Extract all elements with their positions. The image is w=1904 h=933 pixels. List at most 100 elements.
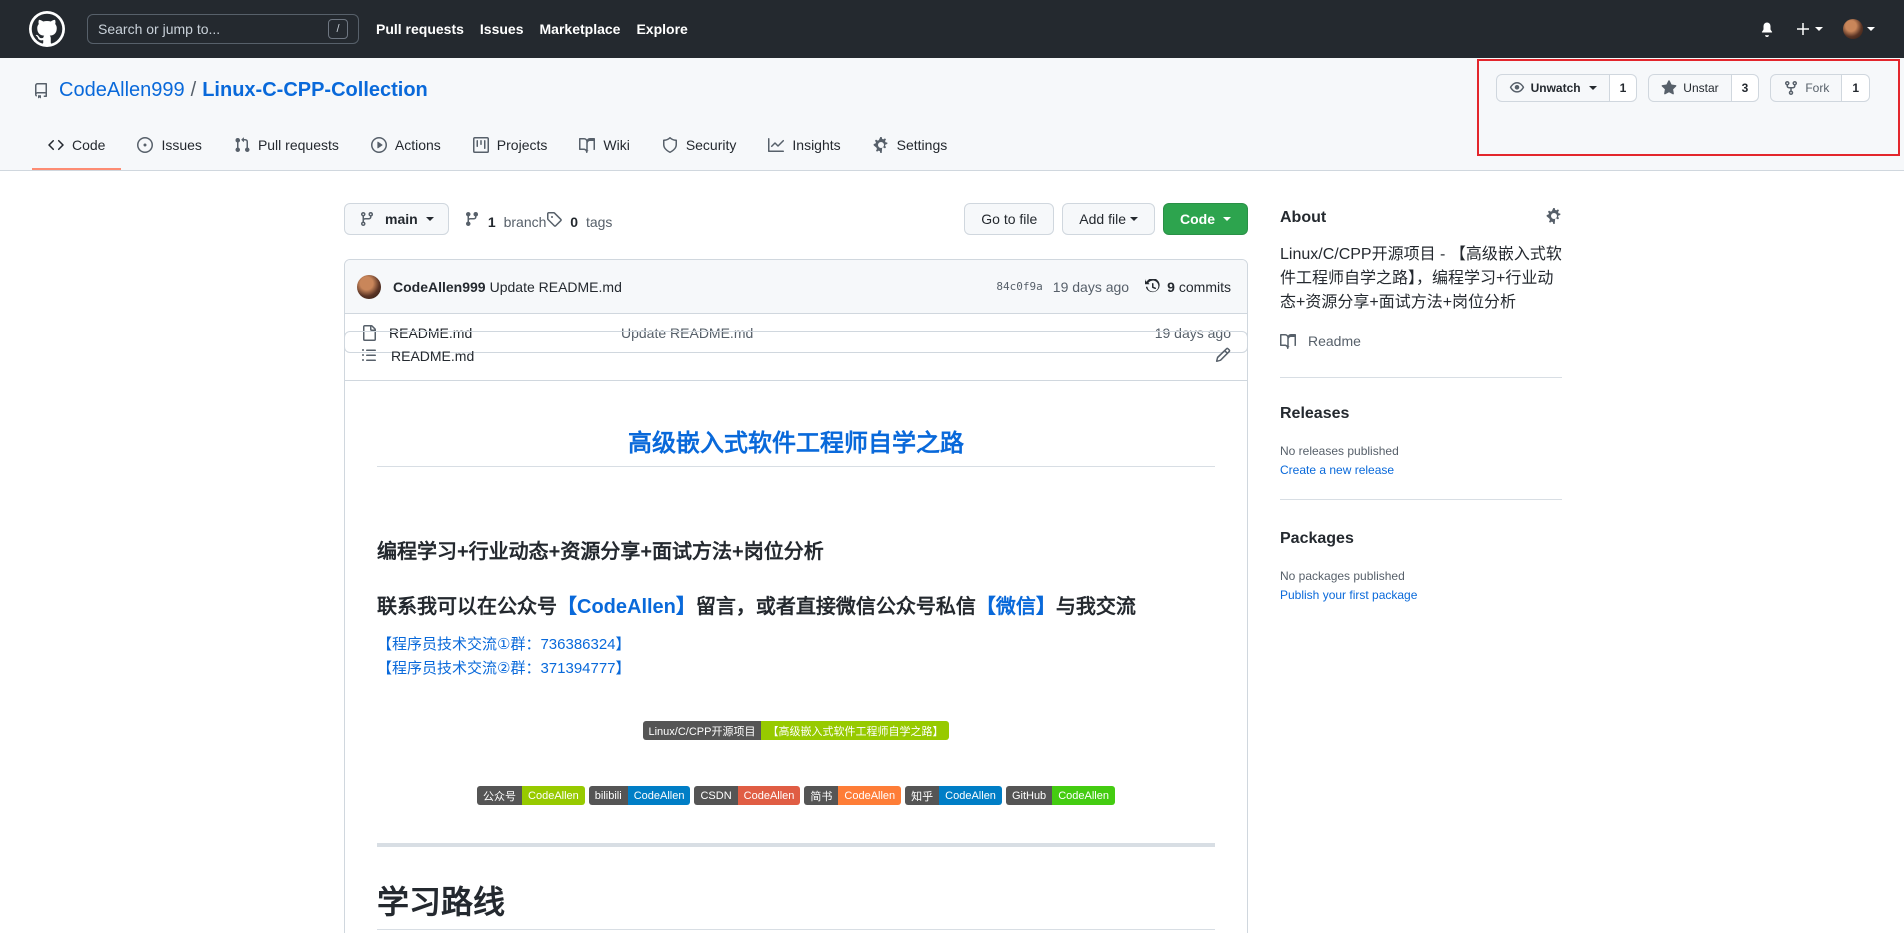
tab-settings-label: Settings	[896, 137, 948, 153]
packages-heading[interactable]: Packages	[1280, 530, 1354, 548]
go-to-file-button[interactable]: Go to file	[964, 203, 1055, 235]
commit-sha-link[interactable]: 84c0f9a	[996, 280, 1042, 293]
badge-zhihu[interactable]: 知乎 CodeAllen	[905, 786, 1002, 805]
commit-date: 19 days ago	[1052, 278, 1130, 295]
list-icon[interactable]	[361, 347, 377, 366]
chevron-down-icon	[425, 217, 434, 221]
group-2-link[interactable]: 【程序员技术交流②群：371394777】	[377, 660, 631, 677]
wechat-link[interactable]: 【微信】	[976, 596, 1056, 618]
nav-pull-requests[interactable]: Pull requests	[376, 21, 464, 37]
pencil-icon[interactable]	[1215, 347, 1231, 366]
badge-github[interactable]: GitHub CodeAllen	[1005, 786, 1115, 805]
group-1-link[interactable]: 【程序员技术交流①群：736386324】	[377, 636, 631, 653]
nav-explore[interactable]: Explore	[636, 21, 687, 37]
commit-meta: 84c0f9a 19 days ago 9 commits	[996, 278, 1231, 295]
nav-marketplace[interactable]: Marketplace	[540, 21, 621, 37]
tab-security[interactable]: Security	[646, 122, 753, 170]
badge-left: CSDN	[694, 786, 738, 805]
badge-left: 知乎	[905, 786, 940, 805]
tab-settings[interactable]: Settings	[857, 122, 964, 170]
code-button[interactable]: Code	[1163, 203, 1248, 235]
branch-tag-info: 1 branch 0 tags	[464, 211, 612, 230]
unwatch-button[interactable]: Unwatch	[1495, 74, 1610, 102]
wechat-account-link[interactable]: 【CodeAllen】	[557, 596, 696, 618]
badge-left: bilibili	[588, 786, 628, 805]
about-header: About	[1280, 208, 1562, 227]
book-icon	[579, 138, 596, 153]
tags-link[interactable]: 0 tags	[546, 211, 612, 230]
global-nav: Pull requests Issues Marketplace Explore	[376, 21, 704, 37]
watch-group: Unwatch 1	[1495, 74, 1638, 102]
readme-box: README.md 高级嵌入式软件工程师自学之路 编程学习+行业动态+资源分享+…	[344, 331, 1248, 933]
readme-link[interactable]: Readme	[1280, 333, 1361, 349]
github-logo-icon[interactable]	[29, 11, 65, 47]
readme-header: README.md	[345, 332, 1247, 381]
fork-button[interactable]: Fork	[1770, 74, 1843, 102]
readme-contact: 联系我可以在公众号【CodeAllen】留言，或者直接微信公众号私信【微信】与我…	[377, 590, 1215, 619]
gear-icon[interactable]	[1546, 208, 1562, 227]
tab-security-label: Security	[685, 137, 737, 153]
fork-count[interactable]: 1	[1842, 74, 1870, 102]
readme-title[interactable]: README.md	[391, 348, 474, 364]
play-icon	[370, 137, 387, 153]
create-release-link[interactable]: Create a new release	[1280, 463, 1394, 477]
unstar-button[interactable]: Unstar	[1648, 74, 1732, 102]
avatar	[1843, 19, 1863, 39]
star-count[interactable]: 3	[1731, 74, 1760, 102]
add-file-button[interactable]: Add file	[1062, 203, 1155, 235]
book-icon	[1280, 334, 1296, 349]
user-avatar-menu[interactable]	[1843, 19, 1875, 39]
branch-select-button[interactable]: main	[344, 203, 449, 235]
publish-package-link[interactable]: Publish your first package	[1280, 588, 1417, 602]
branches-link[interactable]: 1 branch	[464, 211, 546, 230]
badge-right: CodeAllen	[1052, 786, 1115, 805]
badge-jianshu[interactable]: 简书 CodeAllen	[804, 786, 902, 805]
avatar[interactable]	[357, 274, 381, 299]
releases-heading[interactable]: Releases	[1280, 405, 1349, 423]
group-links: 【程序员技术交流①群：736386324】 【程序员技术交流②群：3713947…	[377, 633, 1215, 681]
search-placeholder: Search or jump to...	[98, 21, 221, 37]
tab-issues[interactable]: Issues	[121, 122, 217, 170]
badge-left: GitHub	[1005, 786, 1053, 805]
shield-icon	[662, 137, 677, 153]
tag-count-label: tags	[585, 214, 613, 230]
badge-left: Linux/C/CPP开源项目	[642, 721, 762, 740]
tab-pull-requests[interactable]: Pull requests	[218, 122, 355, 170]
graph-icon	[768, 138, 785, 152]
issue-icon	[137, 137, 154, 153]
tab-code[interactable]: Code	[32, 122, 122, 170]
branch-icon	[466, 211, 478, 227]
badge-bilibili[interactable]: bilibili CodeAllen	[588, 786, 691, 805]
bell-icon[interactable]	[1759, 21, 1775, 37]
search-input[interactable]: Search or jump to... /	[87, 14, 359, 44]
commit-author-link[interactable]: CodeAllen999	[393, 279, 486, 295]
commit-count-label: commits	[1178, 278, 1231, 295]
commits-history-link[interactable]: 9 commits	[1145, 278, 1231, 295]
badge-csdn[interactable]: CSDN CodeAllen	[694, 786, 801, 805]
unwatch-label: Unwatch	[1530, 81, 1581, 95]
repo-owner-link[interactable]: CodeAllen999	[59, 79, 185, 102]
repo-description: Linux/C/CPP开源项目 - 【高级嵌入式软件工程师自学之路】，编程学习+…	[1280, 246, 1562, 311]
search-shortcut-key: /	[328, 19, 348, 39]
watch-count[interactable]: 1	[1609, 74, 1638, 102]
readme-subtitle: 编程学习+行业动态+资源分享+面试方法+岗位分析	[377, 541, 824, 563]
project-badge-row: Linux/C/CPP开源项目 【高级嵌入式软件工程师自学之路】	[377, 721, 1215, 740]
create-new-plus-icon[interactable]	[1795, 21, 1823, 37]
badge-right: CodeAllen	[939, 786, 1002, 805]
divider	[1280, 499, 1562, 500]
badge-wechat[interactable]: 公众号 CodeAllen	[477, 786, 585, 805]
project-badge[interactable]: Linux/C/CPP开源项目 【高级嵌入式软件工程师自学之路】	[642, 721, 950, 740]
badge-left: 公众号	[477, 786, 523, 805]
nav-issues[interactable]: Issues	[480, 21, 524, 37]
repo-name-link[interactable]: Linux-C-CPP-Collection	[202, 79, 428, 102]
tab-actions[interactable]: Actions	[355, 122, 457, 170]
tab-insights-label: Insights	[792, 137, 841, 153]
commit-count: 9	[1167, 278, 1175, 295]
tab-projects[interactable]: Projects	[457, 122, 564, 170]
commit-message-link[interactable]: Update README.md	[490, 279, 622, 295]
tab-wiki[interactable]: Wiki	[563, 122, 645, 170]
unstar-label: Unstar	[1683, 81, 1719, 95]
readme-heading-link[interactable]: 高级嵌入式软件工程师自学之路	[628, 430, 964, 457]
divider	[1280, 377, 1562, 378]
tab-insights[interactable]: Insights	[752, 122, 856, 170]
